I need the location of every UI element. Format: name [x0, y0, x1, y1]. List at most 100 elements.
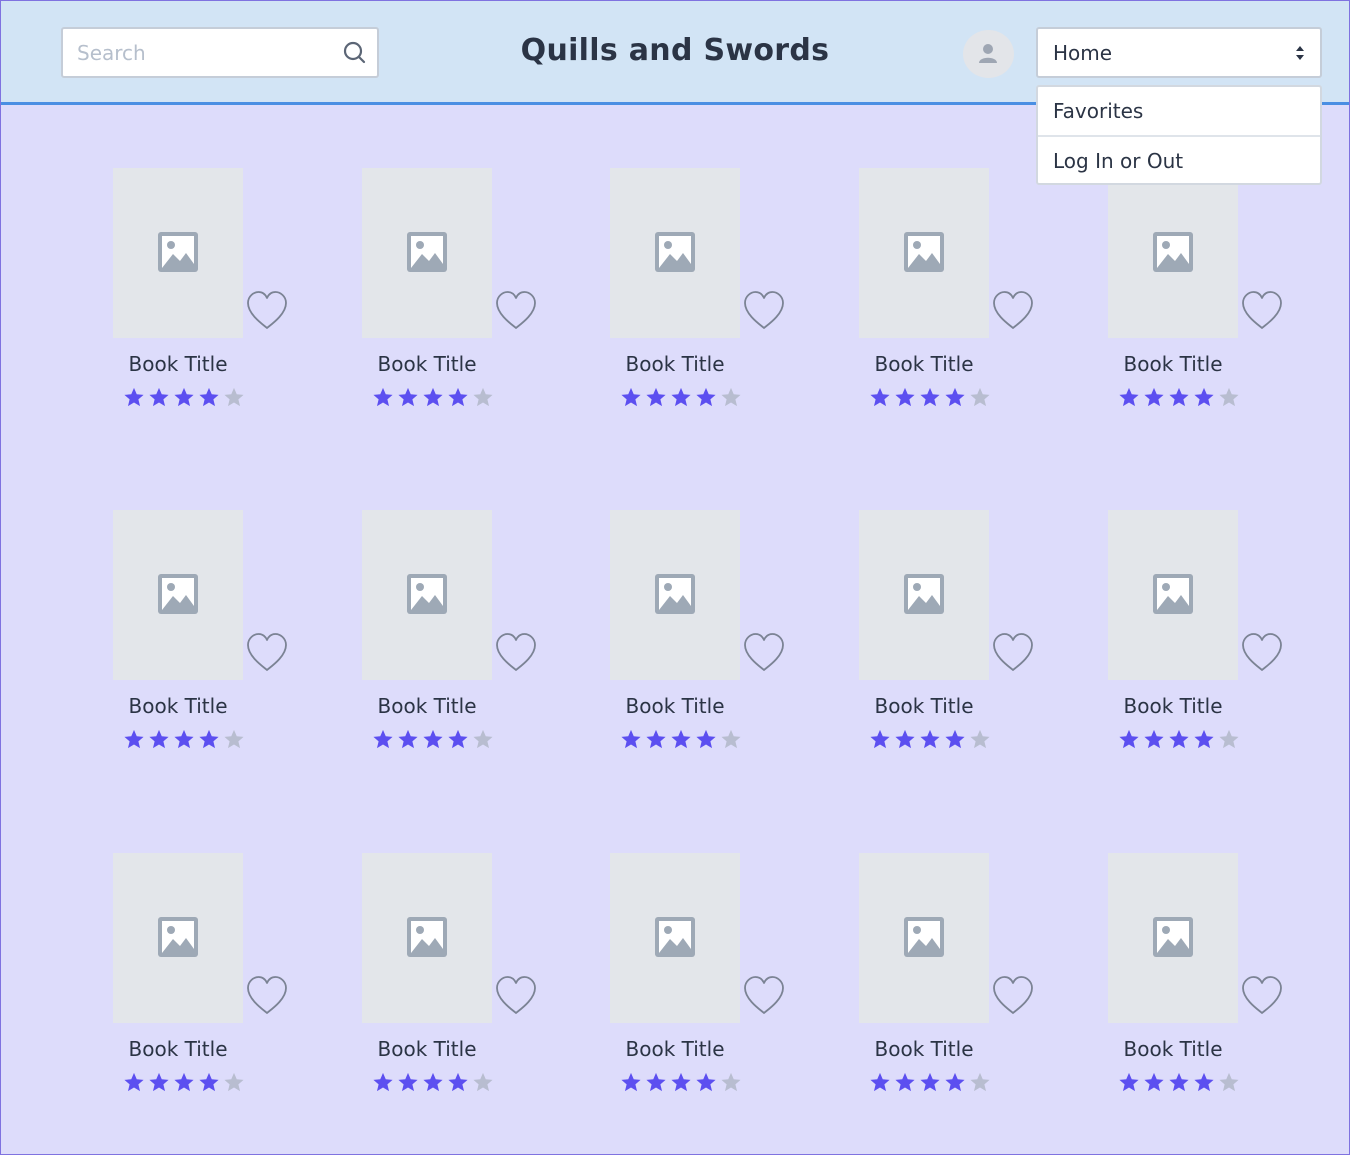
- book-title[interactable]: Book Title: [610, 352, 740, 376]
- book-cover[interactable]: [113, 510, 243, 680]
- star-icon[interactable]: [1218, 1072, 1240, 1093]
- star-icon[interactable]: [670, 729, 692, 750]
- star-icon[interactable]: [447, 729, 469, 750]
- star-icon[interactable]: [919, 729, 941, 750]
- star-icon[interactable]: [620, 387, 642, 408]
- book-cover[interactable]: [610, 168, 740, 338]
- star-icon[interactable]: [372, 387, 394, 408]
- star-icon[interactable]: [969, 387, 991, 408]
- book-title[interactable]: Book Title: [362, 1037, 492, 1061]
- star-icon[interactable]: [944, 729, 966, 750]
- book-cover[interactable]: [1108, 168, 1238, 338]
- star-icon[interactable]: [148, 729, 170, 750]
- book-title[interactable]: Book Title: [610, 1037, 740, 1061]
- menu-item-log-in-out[interactable]: Log In or Out: [1038, 135, 1320, 183]
- heart-outline-icon[interactable]: [992, 290, 1034, 332]
- star-icon[interactable]: [1193, 729, 1215, 750]
- star-icon[interactable]: [372, 729, 394, 750]
- book-cover[interactable]: [859, 168, 989, 338]
- star-icon[interactable]: [472, 387, 494, 408]
- star-icon[interactable]: [894, 387, 916, 408]
- star-icon[interactable]: [869, 1072, 891, 1093]
- star-icon[interactable]: [645, 387, 667, 408]
- star-icon[interactable]: [223, 387, 245, 408]
- star-icon[interactable]: [620, 1072, 642, 1093]
- star-icon[interactable]: [645, 729, 667, 750]
- star-icon[interactable]: [223, 729, 245, 750]
- star-icon[interactable]: [397, 1072, 419, 1093]
- book-cover[interactable]: [362, 853, 492, 1023]
- star-icon[interactable]: [198, 387, 220, 408]
- star-icon[interactable]: [670, 1072, 692, 1093]
- book-cover[interactable]: [610, 510, 740, 680]
- star-icon[interactable]: [472, 1072, 494, 1093]
- star-icon[interactable]: [223, 1072, 245, 1093]
- book-title[interactable]: Book Title: [1108, 694, 1238, 718]
- star-icon[interactable]: [173, 1072, 195, 1093]
- book-card[interactable]: Book Title: [859, 510, 1059, 770]
- star-icon[interactable]: [720, 1072, 742, 1093]
- star-icon[interactable]: [123, 729, 145, 750]
- star-icon[interactable]: [969, 1072, 991, 1093]
- star-icon[interactable]: [645, 1072, 667, 1093]
- star-icon[interactable]: [894, 1072, 916, 1093]
- star-icon[interactable]: [720, 729, 742, 750]
- heart-outline-icon[interactable]: [246, 632, 288, 674]
- star-icon[interactable]: [148, 387, 170, 408]
- book-card[interactable]: Book Title: [1108, 853, 1308, 1113]
- book-cover[interactable]: [859, 510, 989, 680]
- book-title[interactable]: Book Title: [859, 352, 989, 376]
- book-title[interactable]: Book Title: [113, 694, 243, 718]
- book-card[interactable]: Book Title: [113, 168, 313, 428]
- book-card[interactable]: Book Title: [362, 853, 562, 1113]
- star-icon[interactable]: [894, 729, 916, 750]
- star-icon[interactable]: [198, 729, 220, 750]
- book-cover[interactable]: [113, 168, 243, 338]
- star-icon[interactable]: [1143, 387, 1165, 408]
- star-icon[interactable]: [720, 387, 742, 408]
- book-title[interactable]: Book Title: [362, 694, 492, 718]
- star-icon[interactable]: [620, 729, 642, 750]
- star-icon[interactable]: [1143, 1072, 1165, 1093]
- heart-outline-icon[interactable]: [1241, 632, 1283, 674]
- book-cover[interactable]: [362, 168, 492, 338]
- star-icon[interactable]: [944, 1072, 966, 1093]
- star-icon[interactable]: [1118, 387, 1140, 408]
- star-icon[interactable]: [869, 729, 891, 750]
- book-cover[interactable]: [610, 853, 740, 1023]
- book-card[interactable]: Book Title: [610, 853, 810, 1113]
- book-card[interactable]: Book Title: [1108, 510, 1308, 770]
- book-cover[interactable]: [362, 510, 492, 680]
- star-icon[interactable]: [447, 387, 469, 408]
- book-title[interactable]: Book Title: [1108, 352, 1238, 376]
- star-icon[interactable]: [422, 729, 444, 750]
- star-icon[interactable]: [148, 1072, 170, 1093]
- heart-outline-icon[interactable]: [495, 632, 537, 674]
- heart-outline-icon[interactable]: [495, 290, 537, 332]
- star-icon[interactable]: [422, 1072, 444, 1093]
- heart-outline-icon[interactable]: [246, 975, 288, 1017]
- book-card[interactable]: Book Title: [610, 510, 810, 770]
- star-icon[interactable]: [695, 729, 717, 750]
- book-title[interactable]: Book Title: [362, 352, 492, 376]
- star-icon[interactable]: [969, 729, 991, 750]
- star-icon[interactable]: [1218, 387, 1240, 408]
- book-cover[interactable]: [1108, 510, 1238, 680]
- star-icon[interactable]: [919, 387, 941, 408]
- star-icon[interactable]: [670, 387, 692, 408]
- book-card[interactable]: Book Title: [859, 853, 1059, 1113]
- star-icon[interactable]: [1193, 1072, 1215, 1093]
- star-icon[interactable]: [1143, 729, 1165, 750]
- star-icon[interactable]: [1168, 387, 1190, 408]
- star-icon[interactable]: [919, 1072, 941, 1093]
- book-title[interactable]: Book Title: [610, 694, 740, 718]
- book-title[interactable]: Book Title: [859, 694, 989, 718]
- book-card[interactable]: Book Title: [362, 510, 562, 770]
- book-card[interactable]: Book Title: [113, 510, 313, 770]
- star-icon[interactable]: [695, 387, 717, 408]
- menu-item-favorites[interactable]: Favorites: [1038, 87, 1320, 135]
- book-title[interactable]: Book Title: [113, 352, 243, 376]
- star-icon[interactable]: [1118, 729, 1140, 750]
- star-icon[interactable]: [447, 1072, 469, 1093]
- book-title[interactable]: Book Title: [1108, 1037, 1238, 1061]
